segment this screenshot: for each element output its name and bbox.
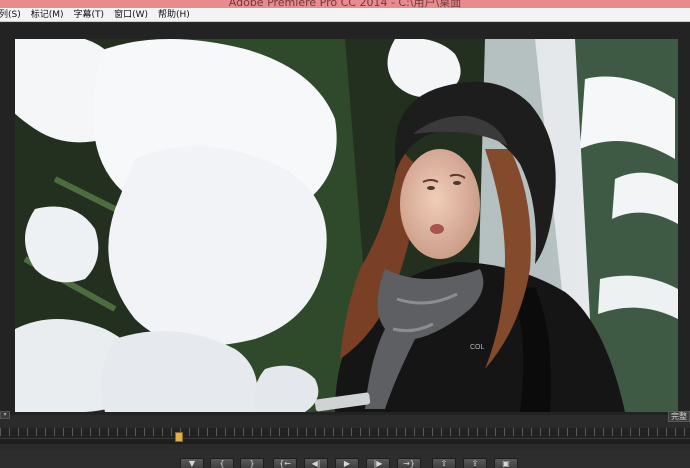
menu-bar: 列(S) 标记(M) 字幕(T) 窗口(W) 帮助(H) [0,8,690,22]
extract-icon: ⇪ [471,459,479,468]
extract-button[interactable]: ⇪ [463,458,487,468]
menu-window[interactable]: 窗口(W) [114,8,148,22]
go-to-out-button[interactable]: →} [397,458,421,468]
mark-out-button[interactable]: } [240,458,264,468]
zoom-fit-dropdown[interactable]: 完整 [668,411,690,422]
step-back-button[interactable]: ◀| [304,458,328,468]
video-frame-image: COL [15,39,678,412]
go-to-in-button[interactable]: {← [273,458,297,468]
transport-controls: ▼ { } {← ◀| ▶ |▶ →} ⇧ ⇪ ▣ [0,450,690,468]
mark-out-icon: } [249,459,255,468]
mark-in-icon: { [219,459,225,468]
video-frame[interactable]: COL [15,39,678,412]
ruler-ticks [0,428,690,436]
menu-title[interactable]: 字幕(T) [74,8,105,22]
menu-marker[interactable]: 标记(M) [31,8,64,22]
export-frame-button[interactable]: ▣ [494,458,518,468]
go-to-in-icon: {← [279,459,291,468]
svg-text:COL: COL [470,344,485,351]
lift-button[interactable]: ⇧ [432,458,456,468]
step-back-icon: ◀| [311,459,321,468]
playhead-handle[interactable] [175,432,183,442]
time-ruler[interactable] [0,428,690,444]
zoom-track[interactable] [0,438,690,444]
play-button[interactable]: ▶ [335,458,359,468]
add-marker-button[interactable]: ▼ [180,458,204,468]
program-monitor: COL ▾ 完整 [0,23,690,422]
menu-help[interactable]: 帮助(H) [158,8,190,22]
go-to-out-icon: →} [403,459,415,468]
play-icon: ▶ [343,459,351,468]
lift-icon: ⇧ [440,459,448,468]
marker-icon: ▼ [188,459,196,468]
mark-in-button[interactable]: { [210,458,234,468]
step-forward-button[interactable]: |▶ [366,458,390,468]
menu-sequence[interactable]: 列(S) [0,8,21,22]
settings-toggle-button[interactable]: ▾ [0,411,10,419]
camera-icon: ▣ [502,459,510,468]
step-forward-icon: |▶ [373,459,383,468]
